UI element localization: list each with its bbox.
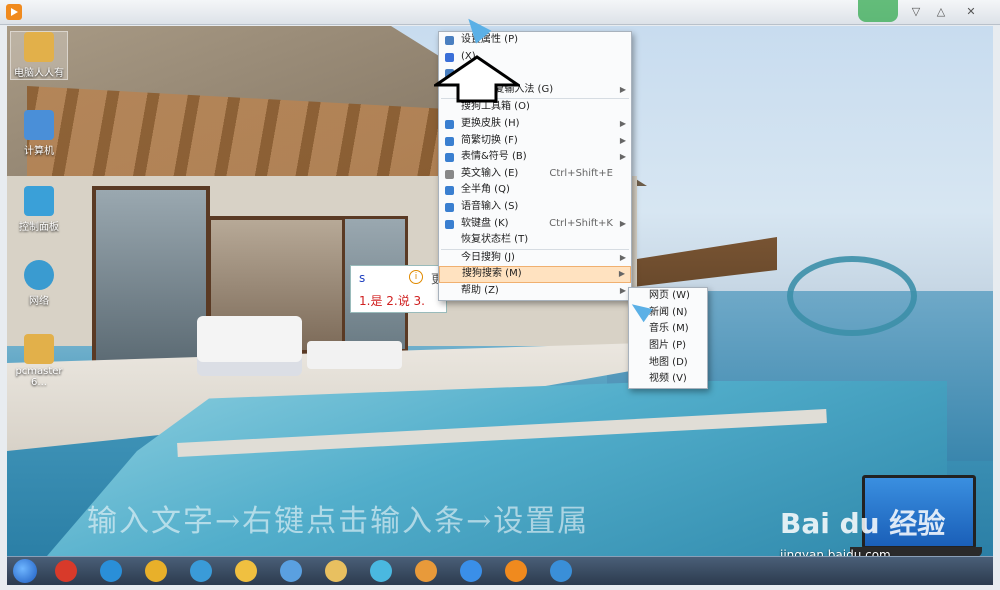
taskbar bbox=[7, 556, 993, 585]
desktop-icon-label: pcmaster 6... bbox=[15, 366, 63, 388]
menu-item[interactable]: 今日搜狗 (J) ▶ bbox=[439, 250, 631, 267]
submenu-item[interactable]: 地图 (D) bbox=[629, 355, 707, 372]
menu-item-label: 今日搜狗 (J) bbox=[461, 251, 515, 263]
minimize-icon[interactable]: ▽ bbox=[905, 2, 927, 22]
submenu-item[interactable]: 音乐 (M) bbox=[629, 321, 707, 338]
desktop-icon-label: 控制面板 bbox=[19, 222, 59, 233]
menu-item-icon bbox=[445, 136, 454, 146]
menu-item-label: 简繁切换 (F) bbox=[461, 134, 518, 146]
desktop-icon-label: 电脑人人有 bbox=[14, 68, 64, 79]
menu-item-label: 软键盘 (K) bbox=[461, 217, 509, 229]
computer-icon bbox=[24, 110, 54, 140]
menu-item-label: 表情&符号 (B) bbox=[461, 151, 527, 163]
menu-item-label: 语音输入 (S) bbox=[461, 200, 519, 212]
menu-item-shortcut: Ctrl+Shift+K bbox=[549, 217, 613, 229]
menu-item-icon bbox=[445, 202, 454, 212]
submenu-item[interactable]: 图片 (P) bbox=[629, 338, 707, 355]
ime-composition: s bbox=[359, 271, 366, 285]
menu-item-icon bbox=[445, 153, 454, 163]
up-arrow-icon bbox=[434, 55, 520, 103]
info-icon[interactable]: i bbox=[409, 270, 423, 284]
window-icon[interactable] bbox=[550, 560, 572, 582]
menu-item-icon bbox=[445, 169, 454, 179]
globe-icon bbox=[24, 260, 54, 290]
menu-item[interactable]: 语音输入 (S) bbox=[439, 199, 631, 216]
title-bar: ▽ △ ✕ bbox=[0, 0, 1000, 25]
ime-candidate-bar[interactable]: s i 更 1.是 2.说 3. bbox=[350, 265, 447, 313]
menu-item[interactable]: 英文输入 (E) Ctrl+Shift+E bbox=[439, 166, 631, 183]
app-window: ▽ △ ✕ 输入文字→右键点击输入条→设置属 电脑人人有 计算机 控制面板 网络… bbox=[0, 0, 1000, 590]
antivirus-icon[interactable] bbox=[55, 560, 77, 582]
submenu-arrow-icon: ▶ bbox=[619, 84, 626, 94]
maximize-icon[interactable]: △ bbox=[930, 2, 952, 22]
desktop-icon-label: 网络 bbox=[29, 296, 49, 307]
menu-item-label: 全半角 (Q) bbox=[461, 184, 510, 196]
baidu-logo: Bai du 经验 bbox=[780, 507, 946, 540]
lounge-bed bbox=[307, 341, 402, 369]
submenu-arrow-icon: ▶ bbox=[619, 218, 626, 228]
submenu-arrow-icon: ▶ bbox=[618, 269, 625, 279]
folder-icon bbox=[24, 334, 54, 364]
notes-icon[interactable] bbox=[235, 560, 257, 582]
ime-candidates[interactable]: 1.是 2.说 3. bbox=[359, 292, 425, 309]
chrome-icon[interactable] bbox=[145, 560, 167, 582]
close-icon[interactable]: ✕ bbox=[960, 2, 982, 22]
ring-sculpture bbox=[787, 256, 917, 336]
menu-item-label: 搜狗工具箱 (O) bbox=[461, 101, 530, 113]
edge-icon[interactable] bbox=[190, 560, 212, 582]
desktop-icon-computer[interactable]: 计算机 bbox=[11, 110, 67, 157]
paint-icon[interactable] bbox=[415, 560, 437, 582]
desktop-icon-control-panel[interactable]: 控制面板 bbox=[11, 186, 67, 233]
menu-item[interactable]: 更换皮肤 (H) ▶ bbox=[439, 116, 631, 133]
green-tab-icon[interactable] bbox=[858, 0, 898, 22]
pinwheel-icon[interactable] bbox=[370, 560, 392, 582]
menu-item[interactable]: 搜狗搜索 (M) ▶ bbox=[439, 266, 631, 283]
menu-item-label: 恢复状态栏 (T) bbox=[461, 234, 529, 246]
desktop-icon-user-folder[interactable]: 电脑人人有 bbox=[10, 31, 68, 80]
menu-item-shortcut: Ctrl+Shift+E bbox=[549, 167, 613, 179]
submenu-arrow-icon: ▶ bbox=[619, 252, 626, 262]
sofa bbox=[197, 316, 302, 376]
desktop-icon-network[interactable]: 网络 bbox=[11, 260, 67, 307]
menu-item[interactable]: 软键盘 (K) Ctrl+Shift+K ▶ bbox=[439, 216, 631, 233]
submenu-arrow-icon: ▶ bbox=[619, 118, 626, 128]
desktop-icon-pcmaster[interactable]: pcmaster 6... bbox=[11, 334, 67, 388]
remote-icon[interactable] bbox=[280, 560, 302, 582]
menu-item-label: 搜狗搜索 (M) bbox=[462, 268, 522, 280]
submenu-item[interactable]: 视频 (V) bbox=[629, 371, 707, 388]
start-button[interactable] bbox=[13, 559, 37, 583]
menu-item[interactable]: 表情&符号 (B) ▶ bbox=[439, 149, 631, 166]
menu-item-label: 英文输入 (E) bbox=[461, 167, 519, 179]
menu-item[interactable]: 帮助 (Z) ▶ bbox=[439, 283, 631, 300]
menu-item-label: 帮助 (Z) bbox=[461, 284, 499, 296]
submenu-arrow-icon: ▶ bbox=[619, 152, 626, 162]
menu-item-icon bbox=[445, 36, 454, 45]
menu-item-icon bbox=[445, 186, 454, 196]
submenu-arrow-icon: ▶ bbox=[619, 135, 626, 145]
menu-item-icon bbox=[445, 119, 454, 129]
player-icon[interactable] bbox=[505, 560, 527, 582]
player-app-icon[interactable] bbox=[6, 4, 22, 20]
menu-item-label: 更换皮肤 (H) bbox=[461, 117, 520, 129]
desktop-icon-label: 计算机 bbox=[24, 146, 54, 157]
control-panel-icon bbox=[24, 186, 54, 216]
tutorial-watermark: 输入文字→右键点击输入条→设置属 bbox=[87, 504, 590, 539]
ie-icon[interactable] bbox=[100, 560, 122, 582]
submenu-arrow-icon: ▶ bbox=[619, 285, 626, 295]
menu-item-icon bbox=[445, 219, 454, 229]
villa-window bbox=[92, 186, 210, 369]
folder-icon[interactable] bbox=[325, 560, 347, 582]
dots-icon[interactable] bbox=[460, 560, 482, 582]
folder-icon bbox=[24, 32, 54, 62]
menu-item[interactable]: 全半角 (Q) bbox=[439, 182, 631, 199]
menu-item[interactable]: 简繁切换 (F) ▶ bbox=[439, 133, 631, 150]
menu-item[interactable]: 恢复状态栏 (T) bbox=[439, 232, 631, 249]
